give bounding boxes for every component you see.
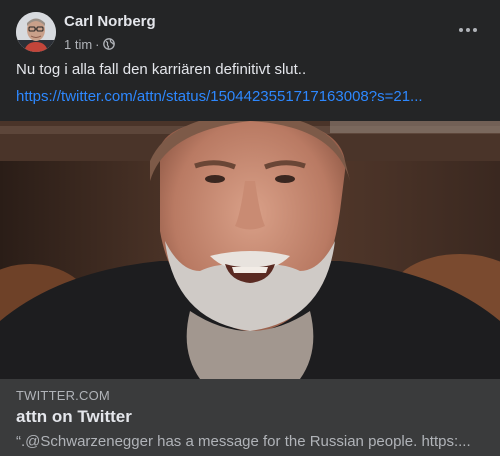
link-preview-image[interactable] — [0, 121, 500, 379]
post-meta: Carl Norberg 1 tim · — [64, 12, 156, 52]
author-name[interactable]: Carl Norberg — [64, 13, 156, 31]
link-description: “.@Schwarzenegger has a message for the … — [16, 433, 471, 450]
more-options-icon[interactable] — [456, 20, 480, 40]
facebook-post: Carl Norberg 1 tim · Nu tog i alla fall … — [0, 0, 500, 456]
link-domain: TWITTER.COM — [16, 388, 110, 403]
post-link[interactable]: https://twitter.com/attn/status/15044235… — [16, 87, 423, 107]
separator-dot: · — [95, 36, 100, 52]
post-text: Nu tog i alla fall den karriären definit… — [16, 61, 307, 78]
globe-icon[interactable] — [102, 38, 115, 50]
post-subline: 1 tim · — [64, 36, 156, 52]
avatar[interactable] — [16, 12, 56, 52]
link-title[interactable]: attn on Twitter — [16, 407, 132, 427]
post-header: Carl Norberg 1 tim · — [16, 12, 156, 52]
post-timestamp[interactable]: 1 tim — [64, 37, 92, 52]
link-preview-footer[interactable]: TWITTER.COM attn on Twitter “.@Schwarzen… — [0, 379, 500, 456]
